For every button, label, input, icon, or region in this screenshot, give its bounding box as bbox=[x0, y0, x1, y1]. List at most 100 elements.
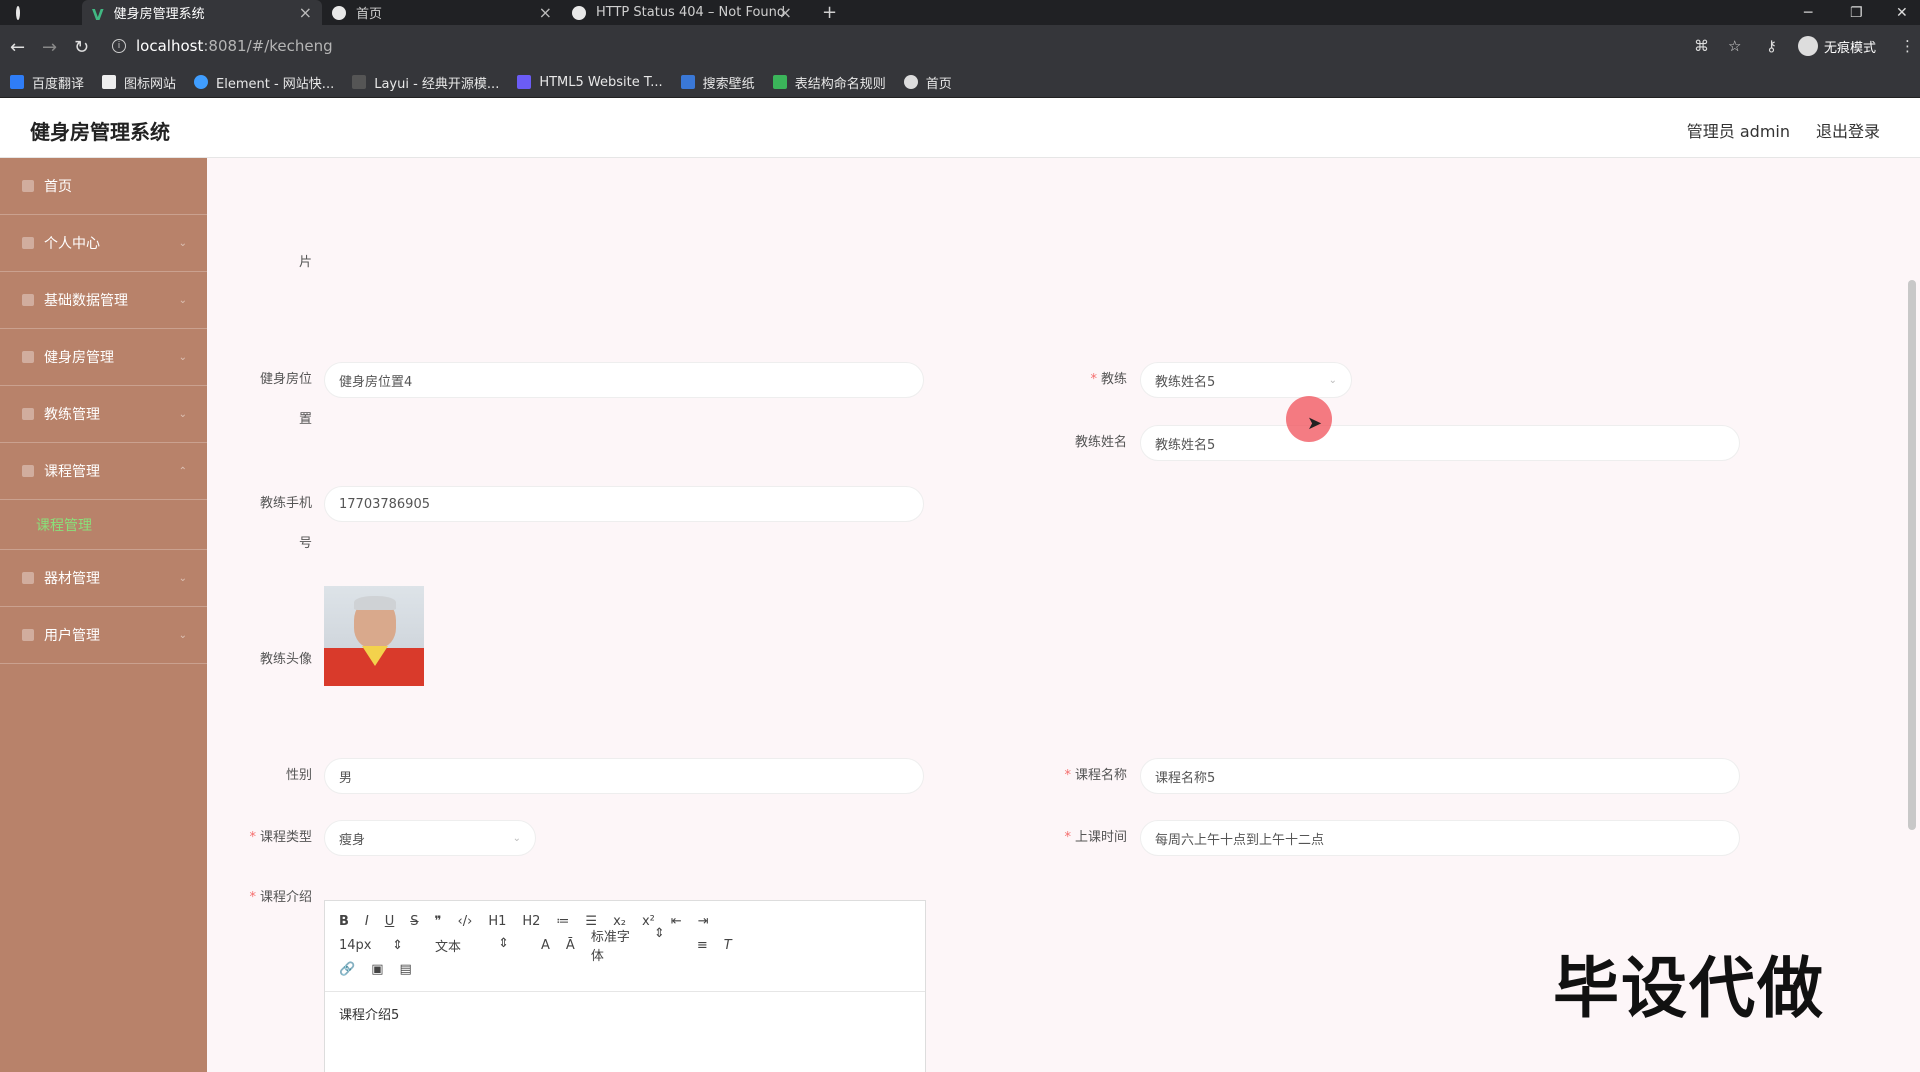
element-icon bbox=[194, 75, 209, 89]
star-icon[interactable]: ☆ bbox=[1728, 37, 1741, 55]
ordered-list-icon[interactable]: ≔ bbox=[556, 914, 569, 929]
reload-icon[interactable]: ↻ bbox=[74, 37, 89, 58]
flag-icon bbox=[102, 75, 117, 89]
table-icon bbox=[772, 75, 787, 89]
coach-select[interactable]: 教练姓名5 ⌄ bbox=[1140, 362, 1352, 398]
wallpaper-icon bbox=[680, 75, 695, 89]
italic-icon[interactable]: I bbox=[365, 914, 369, 929]
chevron-down-icon: ⌄ bbox=[178, 237, 187, 249]
sidebar-item-basic-data[interactable]: 基础数据管理 ⌄ bbox=[0, 272, 207, 329]
tab-title: 健身房管理系统 bbox=[113, 7, 205, 22]
equipment-icon bbox=[22, 572, 34, 584]
coach-name-input[interactable]: 教练姓名5 bbox=[1140, 425, 1740, 461]
blockquote-icon[interactable]: ❞ bbox=[435, 914, 442, 929]
indent-icon[interactable]: ⇥ bbox=[698, 914, 709, 929]
close-icon[interactable]: × bbox=[299, 3, 312, 22]
bookmark-item[interactable]: Element - 网站快... bbox=[194, 73, 334, 92]
more-icon[interactable]: ⋮ bbox=[1900, 37, 1915, 55]
link-icon[interactable]: 🔗 bbox=[339, 962, 355, 977]
tab-gym-system[interactable]: V 健身房管理系统 × bbox=[82, 0, 322, 25]
browser-tabstrip: V 健身房管理系统 × 首页 × HTTP Status 404 – Not F… bbox=[0, 0, 1920, 25]
font-size-select[interactable]: 14px ⇕ bbox=[339, 938, 419, 953]
coach-avatar-image[interactable] bbox=[324, 586, 424, 686]
coach-phone-label-cont: 号 bbox=[298, 536, 312, 551]
editor-content[interactable]: 课程介绍5 bbox=[325, 991, 925, 1035]
logout-button[interactable]: 退出登录 bbox=[1816, 118, 1880, 142]
background-color-icon[interactable]: Ā bbox=[566, 938, 575, 953]
translate-icon[interactable]: ⌘ bbox=[1694, 37, 1709, 55]
key-icon[interactable]: ⚷ bbox=[1766, 37, 1777, 55]
sidebar-item-gym[interactable]: 健身房管理 ⌄ bbox=[0, 329, 207, 386]
bookmark-item[interactable]: 表结构命名规则 bbox=[772, 73, 886, 92]
browser-menu-icon[interactable] bbox=[6, 0, 40, 25]
forward-icon[interactable]: → bbox=[42, 37, 57, 58]
bookmark-item[interactable]: 百度翻译 bbox=[10, 73, 84, 92]
bookmark-item[interactable]: 搜索壁纸 bbox=[680, 73, 755, 92]
align-icon[interactable]: ≡ bbox=[697, 938, 708, 953]
gym-location-label: 健身房位 bbox=[259, 372, 312, 387]
bold-icon[interactable]: B bbox=[339, 914, 349, 929]
bookmark-item[interactable]: HTML5 Website T... bbox=[517, 75, 663, 90]
close-window-icon[interactable]: ✕ bbox=[1896, 0, 1908, 25]
sidebar-item-coach[interactable]: 教练管理 ⌄ bbox=[0, 386, 207, 443]
gym-location-input[interactable]: 健身房位置4 bbox=[324, 362, 924, 398]
url-field[interactable]: i localhost:8081/#/kecheng bbox=[112, 33, 1672, 59]
class-time-input[interactable]: 每周六上午十点到上午十二点 bbox=[1140, 820, 1740, 856]
font-family-value: 标准字体 bbox=[590, 930, 630, 964]
course-intro-label: * 课程介绍 bbox=[249, 890, 312, 905]
html5-icon bbox=[517, 75, 532, 89]
restore-icon[interactable]: ❐ bbox=[1850, 0, 1863, 25]
sidebar-item-label: 个人中心 bbox=[44, 236, 100, 252]
coach-phone-input[interactable]: 17703786905 bbox=[324, 486, 924, 522]
chevron-down-icon: ⌄ bbox=[178, 572, 187, 584]
image-icon[interactable]: ▣ bbox=[371, 962, 383, 977]
close-icon[interactable]: × bbox=[779, 3, 792, 22]
minimize-icon[interactable]: ─ bbox=[1804, 0, 1812, 25]
back-icon[interactable]: ← bbox=[10, 37, 25, 58]
pinned-tab[interactable] bbox=[44, 0, 70, 25]
tab-title: HTTP Status 404 – Not Found bbox=[596, 5, 786, 20]
coach-icon bbox=[22, 408, 34, 420]
video-icon[interactable]: ▤ bbox=[399, 962, 411, 977]
course-name-input[interactable]: 课程名称5 bbox=[1140, 758, 1740, 794]
bookmark-item[interactable]: 首页 bbox=[903, 73, 952, 92]
sidebar-item-home[interactable]: 首页 bbox=[0, 158, 207, 215]
h1-icon[interactable]: H1 bbox=[488, 914, 506, 929]
h2-icon[interactable]: H2 bbox=[522, 914, 540, 929]
tab-404[interactable]: HTTP Status 404 – Not Found × bbox=[562, 0, 802, 25]
course-icon bbox=[22, 465, 34, 477]
close-icon[interactable]: × bbox=[539, 3, 552, 22]
info-icon[interactable]: i bbox=[112, 39, 126, 53]
coach-phone-label: 教练手机 bbox=[259, 496, 312, 511]
current-user: 管理员 admin bbox=[1686, 122, 1790, 141]
chevron-down-icon: ⌄ bbox=[512, 832, 521, 844]
tab-home[interactable]: 首页 × bbox=[322, 0, 562, 25]
course-type-select[interactable]: 瘦身 ⌄ bbox=[324, 820, 536, 856]
users-icon bbox=[22, 629, 34, 641]
sidebar-item-users[interactable]: 用户管理 ⌄ bbox=[0, 607, 207, 664]
mouse-cursor-icon: ➤ bbox=[1307, 413, 1323, 434]
url-host: localhost bbox=[136, 37, 204, 55]
code-icon[interactable]: ‹/› bbox=[458, 914, 473, 929]
sidebar-subitem-course-manage[interactable]: 课程管理 bbox=[0, 500, 207, 550]
clear-format-icon[interactable]: T bbox=[724, 938, 732, 953]
rich-text-editor[interactable]: B I U S ❞ ‹/› H1 H2 ≔ ☰ x₂ x² ⇤ ⇥ 14px ⇕ … bbox=[324, 900, 926, 1072]
chevron-up-icon: ⌃ bbox=[178, 465, 187, 477]
header-select[interactable]: 文本 ⇕ bbox=[435, 936, 525, 955]
bookmark-icon bbox=[10, 75, 24, 89]
strikethrough-icon[interactable]: S bbox=[410, 914, 418, 929]
incognito-indicator[interactable]: 无痕模式 bbox=[1798, 36, 1876, 56]
font-color-icon[interactable]: A bbox=[541, 938, 550, 953]
underline-icon[interactable]: U bbox=[385, 914, 395, 929]
sidebar-item-profile[interactable]: 个人中心 ⌄ bbox=[0, 215, 207, 272]
bookmark-item[interactable]: Layui - 经典开源模... bbox=[352, 73, 499, 92]
font-size-value: 14px bbox=[339, 937, 372, 953]
gender-input[interactable]: 男 bbox=[324, 758, 924, 794]
new-tab-button[interactable]: + bbox=[812, 0, 842, 25]
scrollbar[interactable] bbox=[1908, 280, 1916, 830]
sidebar-item-equipment[interactable]: 器材管理 ⌄ bbox=[0, 550, 207, 607]
app-title: 健身房管理系统 bbox=[30, 120, 170, 144]
font-family-select[interactable]: 标准字体 ⇕ bbox=[591, 926, 681, 964]
bookmark-item[interactable]: 图标网站 bbox=[102, 73, 176, 92]
sidebar-item-course[interactable]: 课程管理 ⌃ bbox=[0, 443, 207, 500]
